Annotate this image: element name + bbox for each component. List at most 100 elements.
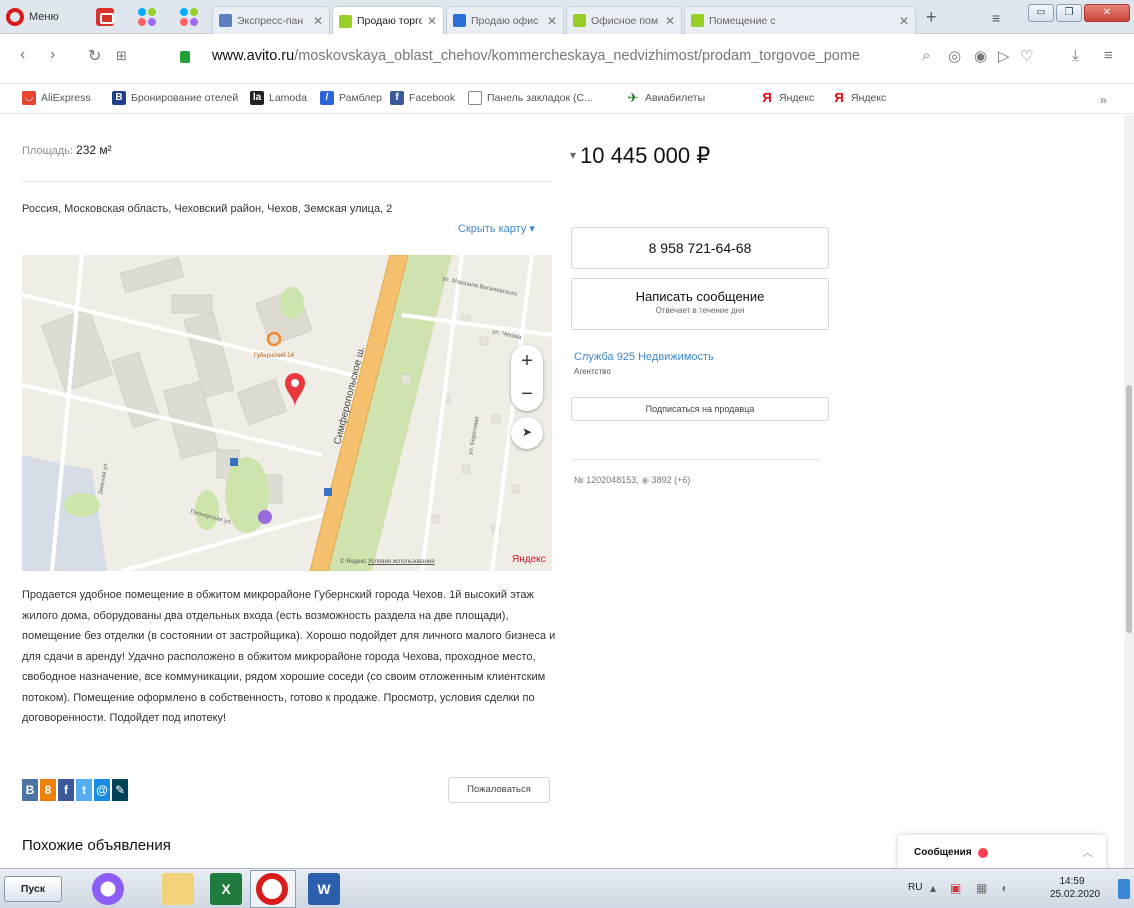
bookmark-facebook[interactable]: f Facebook <box>390 91 455 105</box>
folder-icon <box>468 91 482 105</box>
bookmark-folder-panel[interactable]: Панель закладок (С... <box>468 91 593 105</box>
snapshot-icon[interactable]: ◎ <box>948 47 961 65</box>
file-explorer-icon[interactable] <box>162 873 194 905</box>
tab-express-panel[interactable]: Экспресс-пан ✕ <box>212 6 330 34</box>
word-icon[interactable]: W <box>308 873 340 905</box>
browser-tab-strip: Меню Экспресс-пан ✕ Продаю торго ✕ Прода… <box>0 0 1134 35</box>
bookmark-aliexpress[interactable]: ◡ AliExpress <box>22 91 91 105</box>
area-label: Площадь: <box>22 145 73 157</box>
bookmark-rambler[interactable]: / Рамблер <box>320 91 382 105</box>
opera-menu-button[interactable]: Меню <box>6 5 59 29</box>
ad-number: № 1202048153, <box>574 475 639 485</box>
subscribe-seller-button[interactable]: Подписаться на продавца <box>571 397 829 421</box>
tab-sell-retail[interactable]: Продаю торго ✕ <box>332 6 444 35</box>
start-button[interactable]: Пуск <box>4 876 62 902</box>
easy-setup-icon[interactable]: ≡ <box>1104 47 1113 64</box>
location-map[interactable]: Симферопольское ш. ул. Маршала Василевск… <box>22 255 552 571</box>
pinned-tab-video[interactable] <box>96 8 114 26</box>
bookmark-aviabilety[interactable]: ✈ Авиабилеты <box>626 90 706 105</box>
url-path: /moskovskaya_oblast_chehov/kommercheskay… <box>294 48 861 64</box>
tray-clock[interactable]: 14:59 25.02.2020 <box>1050 875 1100 901</box>
lamoda-icon: la <box>250 91 264 105</box>
url-field[interactable]: www.avito.ru/moskovskaya_oblast_chehov/k… <box>212 48 904 64</box>
page-scrollbar[interactable] <box>1124 115 1134 868</box>
tab-menu-icon[interactable]: ≡ <box>992 10 1000 26</box>
complain-button[interactable]: Пожаловаться <box>448 777 550 803</box>
bookmark-label: Facebook <box>409 92 456 104</box>
tab-label: Офисное пом <box>591 14 659 27</box>
bookmark-yandex-2[interactable]: Я Яндекс <box>832 91 886 105</box>
new-tab-button[interactable]: + <box>926 7 937 28</box>
back-icon[interactable]: ‹ <box>20 46 25 64</box>
ok-share-icon[interactable]: 8 <box>40 779 56 801</box>
twitter-share-icon[interactable]: t <box>76 779 92 801</box>
forward-icon[interactable]: › <box>50 46 55 64</box>
tab-sell-office[interactable]: Продаю офис ✕ <box>446 6 564 34</box>
alice-assistant-icon[interactable] <box>92 873 124 905</box>
pinned-tab-avito-1[interactable] <box>138 8 156 26</box>
tab-close-icon[interactable]: ✕ <box>899 14 909 28</box>
reload-icon[interactable]: ↻ <box>88 46 101 66</box>
hide-map-link[interactable]: Скрыть карту ▾ <box>458 222 535 235</box>
messenger-title: Сообщения <box>914 847 972 858</box>
speed-dial-icon[interactable]: ⊞ <box>116 48 127 64</box>
language-indicator[interactable]: RU <box>908 882 922 893</box>
yandex-icon: Я <box>762 90 772 105</box>
locate-me-button[interactable]: ➤ <box>511 417 543 449</box>
network-icon[interactable]: ▦ <box>976 881 987 895</box>
bookmarks-more-icon[interactable]: » <box>1100 93 1107 107</box>
download-icon[interactable]: ⤓ <box>1072 47 1079 64</box>
heart-icon[interactable]: ♡ <box>1020 47 1033 65</box>
tab-close-icon[interactable]: ✕ <box>427 14 437 28</box>
mailru-share-icon[interactable]: @ <box>94 779 110 801</box>
bookmark-label: Яндекс <box>851 92 887 104</box>
zoom-out-button[interactable]: − <box>511 378 543 411</box>
seller-name-link[interactable]: Служба 925 Недвижимость <box>574 351 714 363</box>
show-phone-button[interactable]: 8 958 721-64-68 <box>571 227 829 269</box>
player-icon[interactable]: ▷ <box>998 47 1010 65</box>
tab-close-icon[interactable]: ✕ <box>547 14 557 28</box>
lj-share-icon[interactable]: ✎ <box>112 779 128 801</box>
tray-pdf-icon[interactable]: ▣ <box>950 881 961 895</box>
bookmark-label: Бронирование отелей <box>131 92 239 104</box>
pinned-tab-avito-2[interactable] <box>180 8 198 26</box>
listing-description: Продается удобное помещение в обжитом ми… <box>22 589 556 724</box>
scrollbar-thumb[interactable] <box>1126 385 1132 633</box>
tab-close-icon[interactable]: ✕ <box>665 14 675 28</box>
tab-label: Помещение с <box>709 14 776 27</box>
write-message-button[interactable]: Написать сообщение Отвечает в течение дн… <box>571 278 829 330</box>
bookmark-yandex-1[interactable]: Я Яндекс <box>760 91 814 105</box>
tray-expand-icon[interactable]: ▴ <box>930 881 936 895</box>
zoom-in-button[interactable]: + <box>511 345 543 378</box>
show-desktop-button[interactable] <box>1118 879 1130 899</box>
search-icon[interactable]: ⌕ <box>922 47 930 64</box>
plane-icon: ✈ <box>627 90 639 105</box>
vk-share-icon[interactable]: B <box>22 779 38 801</box>
close-window-button[interactable]: ✕ <box>1084 4 1130 22</box>
bookmark-label: Яндекс <box>779 92 815 104</box>
price-value: 10 445 000 ₽ <box>580 143 711 168</box>
share-buttons: B 8 f t @ ✎ <box>22 779 128 801</box>
maximize-button[interactable]: ❐ <box>1056 4 1082 22</box>
tab-office-room[interactable]: Офисное пом ✕ <box>566 6 682 34</box>
tab-label: Продаю торго <box>357 15 422 27</box>
bookmark-booking[interactable]: B Бронирование отелей <box>112 91 238 105</box>
opera-icon[interactable] <box>256 873 288 905</box>
vpn-icon[interactable]: ◉ <box>974 47 987 65</box>
opera-menu-label: Меню <box>29 11 59 23</box>
bookmark-label: AliExpress <box>41 92 91 104</box>
messenger-panel[interactable]: Сообщения ︿ <box>898 835 1106 868</box>
views-eye-icon: ◉ <box>641 475 650 485</box>
tab-close-icon[interactable]: ✕ <box>313 14 323 28</box>
bookmark-lamoda[interactable]: la Lamoda <box>250 91 307 105</box>
excel-icon[interactable]: X <box>210 873 242 905</box>
minimize-button[interactable]: ▭ <box>1028 4 1054 22</box>
bookmarks-bar: ◡ AliExpress B Бронирование отелей la La… <box>0 84 1134 114</box>
facebook-share-icon[interactable]: f <box>58 779 74 801</box>
chevron-up-icon[interactable]: ︿ <box>1082 844 1093 860</box>
price-dropdown-icon[interactable]: ▾ <box>570 148 576 162</box>
secure-lock-icon[interactable] <box>180 51 190 63</box>
volume-icon[interactable]: ◖ <box>1000 881 1007 895</box>
map-terms-link[interactable]: Условия использования <box>368 559 435 565</box>
tab-premises[interactable]: Помещение с ✕ <box>684 6 916 34</box>
